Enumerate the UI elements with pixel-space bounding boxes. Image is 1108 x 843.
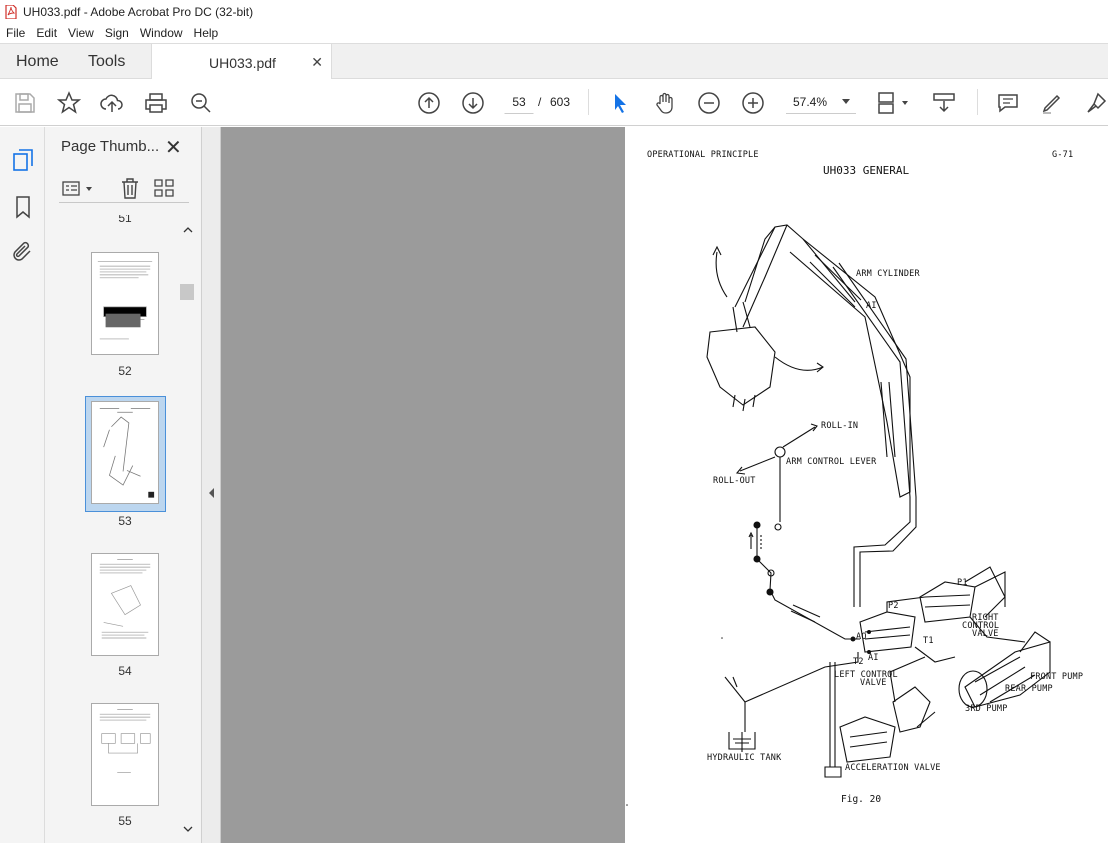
label-right-control-valve-3: VALVE	[972, 629, 999, 639]
label-arm-cylinder: ARM CYLINDER	[856, 269, 920, 279]
hydraulic-diagram	[626, 224, 1051, 806]
acrobat-file-icon	[5, 4, 17, 19]
label-ao: AO	[856, 632, 867, 642]
thumbnail-options-icon[interactable]	[61, 179, 97, 199]
toolbar-divider	[977, 89, 978, 115]
label-p2: P2	[888, 601, 899, 611]
thumbnail-toolbar	[59, 177, 189, 203]
zoom-in-icon[interactable]	[741, 91, 765, 115]
scroll-mode-icon[interactable]	[932, 91, 956, 115]
attachments-paperclip-icon[interactable]	[11, 240, 35, 264]
upload-cloud-icon[interactable]	[100, 91, 124, 115]
thumbnail-label: 55	[118, 814, 132, 828]
menu-file[interactable]: File	[0, 26, 30, 40]
thumbnail-label-partial: 51	[118, 215, 132, 224]
bookmarks-icon[interactable]	[11, 195, 35, 219]
collapse-arrow-icon	[209, 488, 214, 498]
panel-collapse-handle[interactable]	[202, 127, 221, 843]
close-tab-icon[interactable]: ✕	[311, 54, 323, 71]
toolbar-divider	[588, 89, 589, 115]
label-hydraulic-tank: HYDRAULIC TANK	[707, 753, 782, 763]
label-rear-pump: REAR PUMP	[1005, 684, 1053, 694]
thumbnail-label: 54	[118, 664, 132, 678]
label-roll-in: ROLL-IN	[821, 421, 859, 431]
label-t1: T1	[923, 636, 934, 646]
zoom-level-select[interactable]: 57.4%	[786, 90, 856, 114]
page-separator: /	[538, 95, 542, 109]
label-third-pump: 3RD PUMP	[965, 704, 1008, 714]
toolbar: 53 / 603 57.4%	[0, 79, 1108, 126]
label-ai-2: AI	[868, 653, 879, 663]
thumbnail-page[interactable]	[91, 252, 159, 355]
close-panel-icon[interactable]: ✕	[165, 135, 182, 160]
next-page-icon[interactable]	[461, 91, 485, 115]
label-p1: P1	[957, 578, 968, 588]
print-icon[interactable]	[144, 91, 168, 115]
highlight-pen-icon[interactable]	[1040, 91, 1064, 115]
tab-document[interactable]: UH033.pdf ✕	[151, 44, 332, 81]
page-thumbnails-panel: Page Thumb... ✕ 51 52 53 54 55	[45, 127, 202, 843]
label-roll-out: ROLL-OUT	[713, 476, 756, 486]
search-zoom-icon[interactable]	[189, 91, 213, 115]
select-cursor-icon[interactable]	[608, 91, 632, 115]
menu-window[interactable]: Window	[134, 26, 188, 40]
zoom-level-value: 57.4%	[793, 94, 828, 109]
hand-tool-icon[interactable]	[653, 91, 677, 115]
thumbnail-page[interactable]	[91, 703, 159, 806]
menu-bar: File Edit View Sign Window Help	[0, 23, 1108, 43]
label-left-control-valve-2: VALVE	[860, 678, 887, 688]
menu-sign[interactable]: Sign	[99, 26, 134, 40]
total-pages: 603	[550, 95, 571, 109]
tab-bar: Home Tools UH033.pdf ✕	[0, 43, 1108, 81]
save-icon[interactable]	[13, 91, 37, 115]
window-title: UH033.pdf - Adobe Acrobat Pro DC (32-bit…	[23, 4, 254, 19]
left-navigation-rail	[0, 127, 45, 843]
label-arm-control-lever: ARM CONTROL LEVER	[786, 457, 877, 467]
thumbnail-label: 53	[118, 514, 132, 528]
pdf-page: OPERATIONAL PRINCIPLE G-71 UH033 GENERAL	[625, 127, 1108, 843]
bookmark-star-icon[interactable]	[56, 91, 82, 115]
page-fit-icon[interactable]	[876, 91, 912, 115]
label-front-pump: FRONT PUMP	[1030, 672, 1084, 682]
figure-caption: Fig. 20	[841, 794, 882, 805]
thumbnail-label: 52	[118, 364, 132, 378]
label-acceleration-valve: ACCELERATION VALVE	[845, 763, 941, 773]
tab-document-label: UH033.pdf	[209, 54, 276, 71]
panel-title: Page Thumb...	[61, 138, 160, 155]
delete-page-icon[interactable]	[119, 177, 141, 199]
comment-icon[interactable]	[996, 91, 1020, 115]
thumbnail-page[interactable]	[91, 553, 159, 656]
current-page-input[interactable]: 53	[504, 90, 534, 114]
document-canvas-background	[221, 127, 625, 843]
extract-pages-icon[interactable]	[153, 177, 175, 199]
previous-page-icon[interactable]	[417, 91, 441, 115]
zoom-out-icon[interactable]	[697, 91, 721, 115]
menu-view[interactable]: View	[62, 26, 99, 40]
tab-home[interactable]: Home	[16, 44, 59, 80]
page-thumbnails-icon[interactable]	[11, 148, 35, 172]
thumbnail-scrollbar[interactable]	[180, 222, 196, 838]
title-bar: UH033.pdf - Adobe Acrobat Pro DC (32-bit…	[0, 0, 1108, 23]
tab-tools[interactable]: Tools	[88, 44, 125, 80]
menu-help[interactable]: Help	[188, 26, 224, 40]
chevron-down-icon	[842, 99, 850, 104]
label-t2: T2	[853, 657, 864, 667]
menu-edit[interactable]: Edit	[30, 26, 62, 40]
thumbnail-page-selected[interactable]	[91, 401, 159, 504]
sign-pen-icon[interactable]	[1084, 91, 1108, 115]
label-ai: AI	[866, 301, 877, 311]
